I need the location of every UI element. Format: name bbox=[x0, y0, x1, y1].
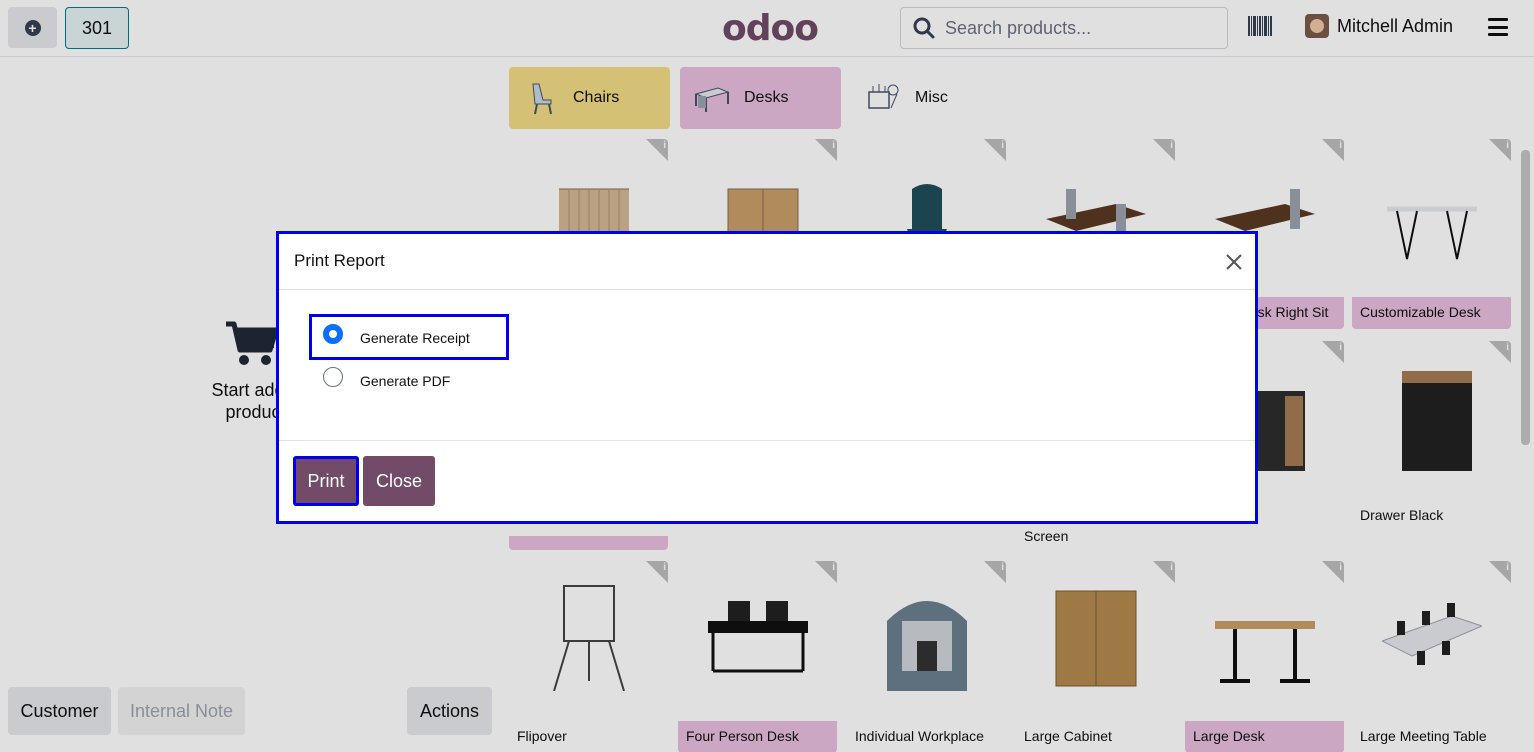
dialog-header: Print Report bbox=[279, 234, 1255, 290]
generate-receipt-option[interactable]: Generate Receipt bbox=[323, 322, 470, 346]
pdf-radio[interactable] bbox=[323, 367, 343, 387]
receipt-label: Generate Receipt bbox=[360, 330, 470, 346]
dialog-title: Print Report bbox=[294, 251, 385, 270]
print-report-dialog: Print Report Generate Receipt Generate P… bbox=[276, 231, 1258, 524]
dialog-footer-divider bbox=[279, 440, 1255, 441]
generate-pdf-option[interactable]: Generate PDF bbox=[323, 365, 450, 389]
print-button[interactable]: Print bbox=[293, 456, 359, 506]
close-button[interactable]: Close bbox=[363, 456, 435, 506]
receipt-radio[interactable] bbox=[323, 324, 343, 344]
pdf-label: Generate PDF bbox=[360, 373, 451, 389]
close-icon[interactable] bbox=[1225, 253, 1243, 271]
